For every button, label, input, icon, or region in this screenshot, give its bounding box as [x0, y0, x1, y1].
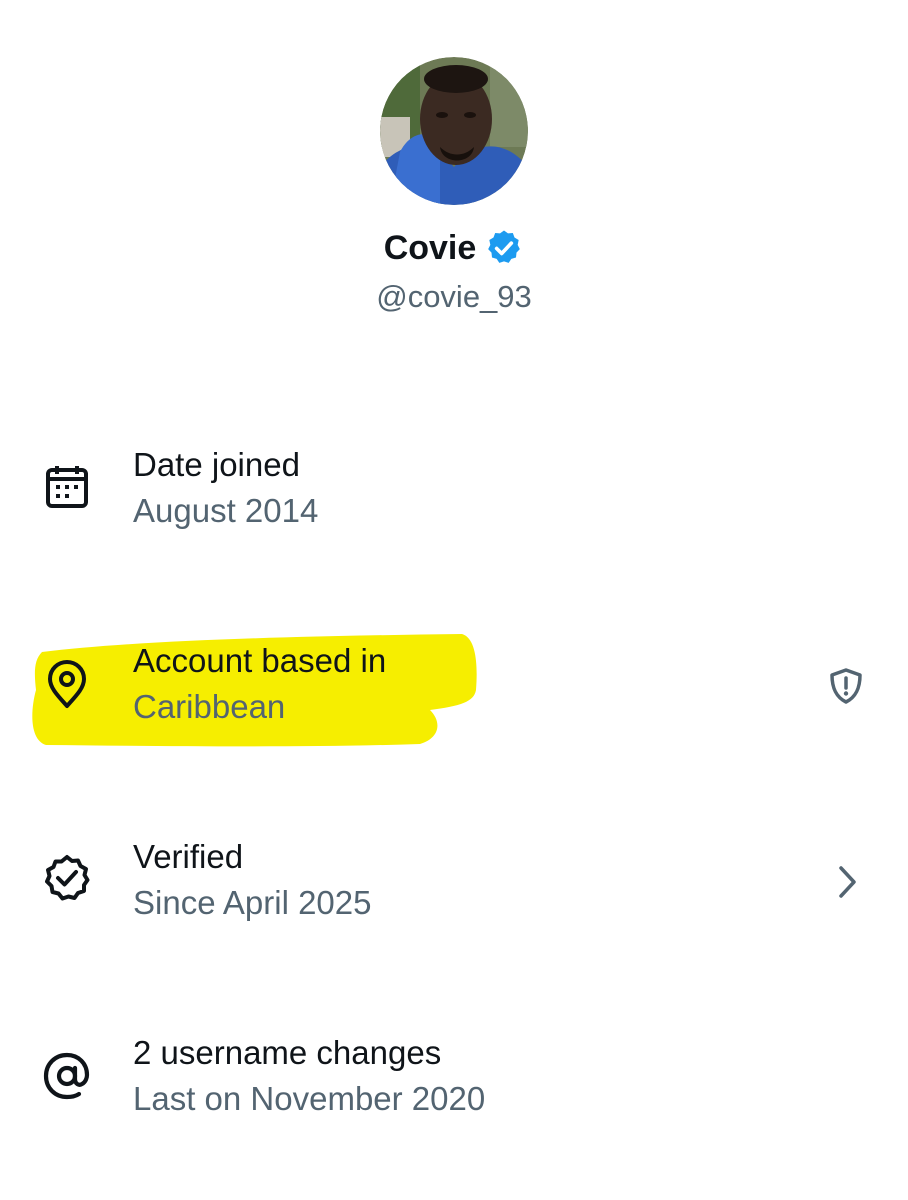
- date-joined-text: Date joined August 2014: [133, 442, 318, 534]
- at-sign-icon: [43, 1052, 90, 1100]
- profile-header: Covie @covie_93: [0, 0, 908, 340]
- date-joined-row: Date joined August 2014: [0, 442, 908, 562]
- chevron-right-icon[interactable]: [834, 864, 862, 900]
- shield-alert-icon[interactable]: [826, 666, 866, 706]
- row-subtitle: August 2014: [133, 492, 319, 529]
- verified-row[interactable]: Verified Since April 2025: [0, 834, 908, 954]
- row-title: Verified: [133, 838, 244, 875]
- row-title: Date joined: [133, 446, 300, 483]
- row-subtitle: Since April 2025: [133, 884, 372, 921]
- verified-text: Verified Since April 2025: [133, 834, 372, 926]
- verified-seal-icon: [45, 855, 90, 901]
- row-title: Account based in: [133, 642, 387, 679]
- username-handle: @covie_93: [376, 279, 532, 314]
- row-subtitle: Caribbean: [133, 688, 286, 725]
- calendar-icon: [46, 466, 88, 508]
- username-changes-text: 2 username changes Last on November 2020: [133, 1030, 485, 1122]
- display-name: Covie: [383, 229, 477, 267]
- location-pin-icon: [48, 660, 86, 708]
- row-title: 2 username changes: [133, 1034, 442, 1071]
- row-subtitle: Last on November 2020: [133, 1080, 486, 1117]
- username-changes-row: 2 username changes Last on November 2020: [0, 1030, 908, 1150]
- account-location-row: Account based in Caribbean: [0, 638, 908, 758]
- avatar[interactable]: [380, 57, 528, 205]
- name-row: Covie: [0, 226, 908, 270]
- account-location-text: Account based in Caribbean: [133, 638, 386, 730]
- verified-badge-icon: [488, 230, 521, 263]
